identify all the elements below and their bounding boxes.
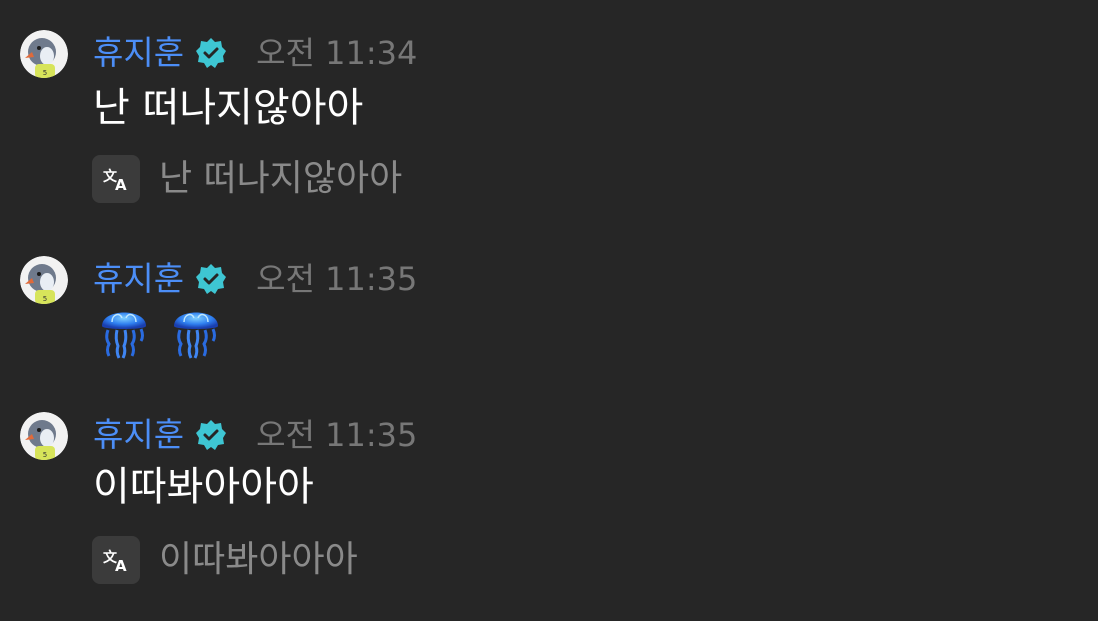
author-name[interactable]: 휴지훈 [93, 259, 184, 299]
svg-text:5: 5 [43, 451, 47, 459]
svg-text:A: A [115, 176, 127, 194]
translation-row: 文 A 난 떠나지않아아 [92, 155, 402, 203]
verified-badge-icon [196, 38, 227, 68]
avatar[interactable]: 5 [20, 256, 68, 304]
author-name[interactable]: 휴지훈 [93, 415, 184, 455]
translate-button[interactable]: 文 A [92, 536, 140, 584]
message-text: 난 떠나지않아아 [93, 85, 364, 131]
timestamp: 오전 11:35 [256, 416, 418, 454]
timestamp: 오전 11:34 [256, 34, 418, 72]
author-name[interactable]: 휴지훈 [93, 33, 184, 73]
verified-badge-icon [196, 264, 227, 294]
translate-button[interactable]: 文 A [92, 155, 140, 203]
avatar[interactable]: 5 [20, 30, 68, 78]
translated-text: 이따봐아아아 [159, 539, 358, 580]
jellyfish-emoji[interactable] [170, 300, 222, 360]
verified-badge-icon [196, 420, 227, 450]
jellyfish-emoji[interactable] [98, 300, 150, 360]
penguin-avatar-icon: 5 [20, 412, 68, 460]
emoji-row [98, 300, 222, 360]
penguin-avatar-icon: 5 [20, 256, 68, 304]
translation-row: 文 A 이따봐아아아 [92, 536, 358, 584]
translate-icon: 文 A [103, 168, 127, 194]
translate-icon: 文 A [103, 549, 127, 575]
timestamp: 오전 11:35 [256, 260, 418, 298]
message-text: 이따봐아아아 [93, 464, 314, 510]
svg-text:5: 5 [43, 69, 47, 77]
translated-text: 난 떠나지않아아 [159, 158, 403, 199]
svg-text:A: A [115, 557, 127, 575]
svg-text:5: 5 [43, 295, 47, 303]
avatar[interactable]: 5 [20, 412, 68, 460]
penguin-avatar-icon: 5 [20, 30, 68, 78]
